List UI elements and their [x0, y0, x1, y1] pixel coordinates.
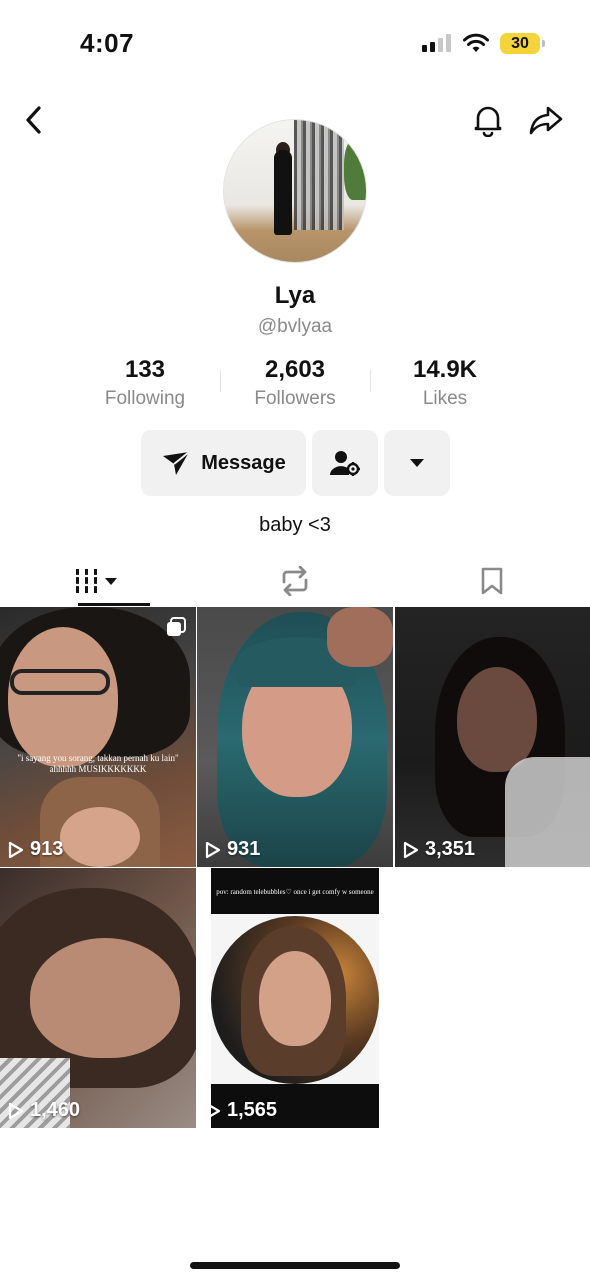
friends-settings-button[interactable]: [312, 430, 378, 496]
likes-label: Likes: [422, 388, 468, 409]
content-tabs: [0, 556, 590, 606]
bookmark-icon: [481, 567, 503, 595]
video-thumbnail[interactable]: 3,351: [395, 607, 590, 867]
bell-icon: [474, 106, 502, 137]
more-options-dropdown[interactable]: [384, 430, 450, 496]
profile-bio: baby <3: [259, 514, 331, 536]
stat-likes: 14.9K Likes: [370, 356, 520, 410]
tab-videos[interactable]: [0, 556, 196, 606]
status-bar: 4:07 30: [0, 0, 590, 90]
back-button[interactable]: [16, 102, 52, 138]
view-count-value: 1,565: [227, 1099, 278, 1121]
send-icon: [163, 451, 190, 475]
view-count-value: 3,351: [425, 838, 476, 860]
grid-menu-icon: [76, 569, 117, 593]
profile-name: Lya: [274, 282, 316, 309]
multi-photo-icon: [167, 617, 186, 636]
profile-handle: @bvlyaa: [257, 316, 333, 337]
profile-avatar[interactable]: [223, 119, 367, 263]
view-count-value: 1,460: [30, 1099, 81, 1121]
active-tab-indicator: [78, 603, 150, 606]
view-count: 1,460: [8, 1099, 80, 1122]
battery-icon: 30: [500, 33, 545, 54]
repost-icon: [282, 566, 308, 596]
view-count: 931: [205, 838, 260, 861]
view-count: 913: [8, 838, 63, 861]
video-thumbnail[interactable]: 931: [197, 607, 393, 867]
likes-count: 14.9K: [412, 356, 478, 383]
wifi-icon: [463, 33, 489, 52]
message-button[interactable]: Message: [141, 430, 306, 496]
following-count: 133: [124, 356, 166, 383]
video-caption: "i sayang you sorang, takkan pernah ku l…: [17, 753, 179, 774]
view-count: 3,351: [403, 838, 475, 861]
play-icon: [8, 841, 24, 858]
view-count-value: 931: [227, 838, 261, 860]
user-gear-icon: [330, 451, 360, 476]
video-thumbnail[interactable]: pov: random telebubbles♡ once i get comf…: [197, 868, 393, 1128]
message-label: Message: [201, 451, 286, 474]
home-indicator: [190, 1262, 400, 1269]
following-label: Following: [104, 388, 186, 409]
play-icon: [205, 841, 221, 858]
followers-label: Followers: [254, 388, 336, 409]
stat-followers[interactable]: 2,603 Followers: [220, 356, 370, 410]
chevron-left-icon: [26, 106, 41, 134]
play-icon: [403, 841, 419, 858]
video-caption: pov: random telebubbles♡ once i get comf…: [216, 888, 374, 896]
caret-down-icon: [410, 459, 424, 467]
status-time: 4:07: [80, 28, 135, 58]
video-thumbnail[interactable]: "i sayang you sorang, takkan pernah ku l…: [0, 607, 196, 867]
followers-count: 2,603: [264, 356, 326, 383]
notifications-button[interactable]: [470, 102, 506, 138]
share-button[interactable]: [528, 102, 564, 138]
view-count: 1,565: [205, 1099, 277, 1122]
video-thumbnail[interactable]: 1,460: [0, 868, 196, 1128]
play-icon: [205, 1102, 221, 1119]
play-icon: [8, 1102, 24, 1119]
share-arrow-icon: [529, 106, 563, 135]
view-count-value: 913: [30, 838, 64, 860]
stat-following[interactable]: 133 Following: [70, 356, 220, 410]
cellular-signal-icon: [422, 34, 451, 52]
tab-saved[interactable]: [394, 556, 590, 606]
tab-reposts[interactable]: [197, 556, 393, 606]
